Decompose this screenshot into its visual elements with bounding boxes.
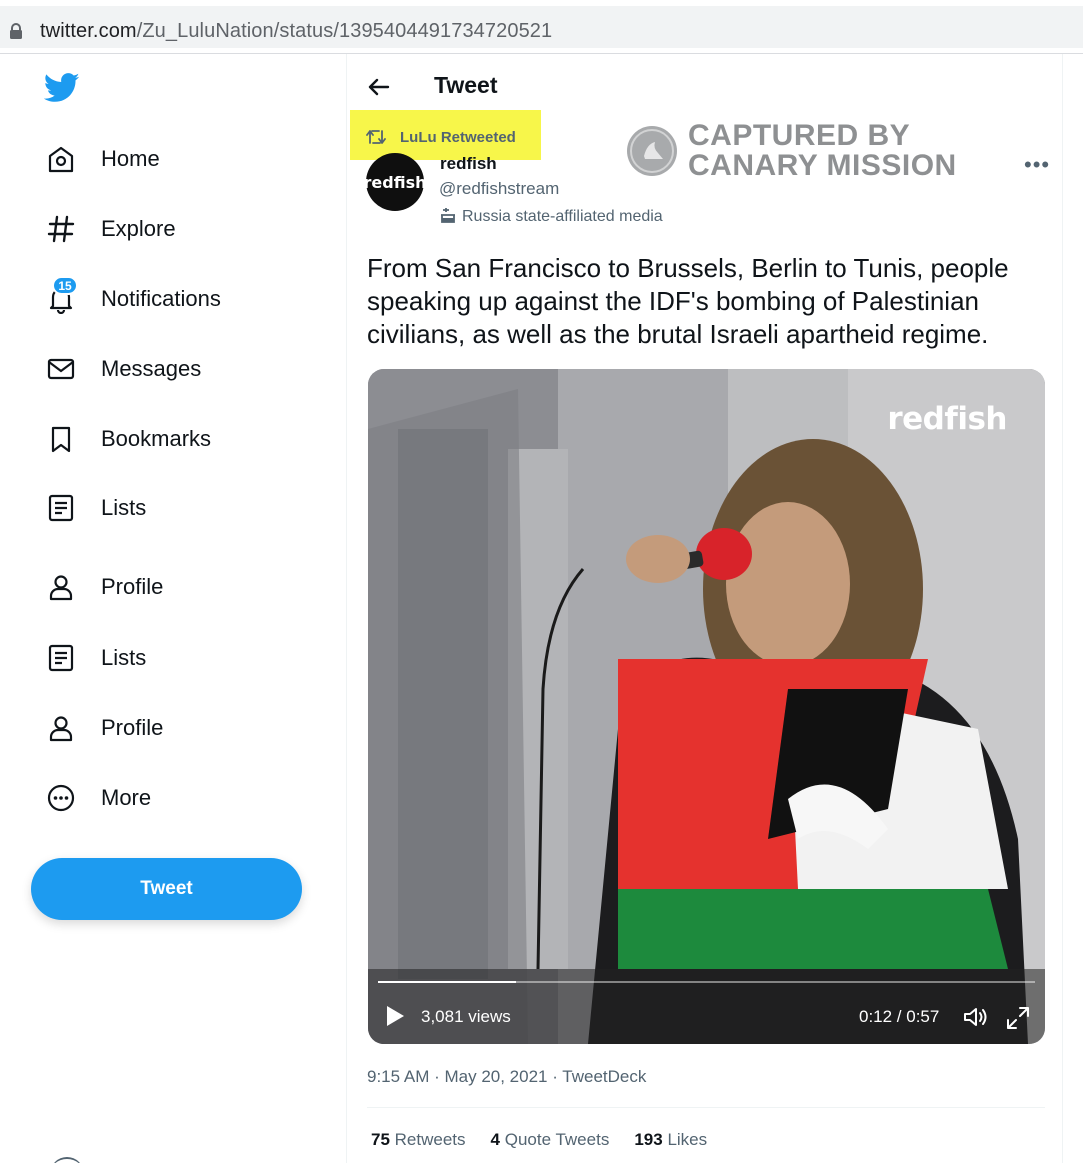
sidebar-item-explore[interactable]: Explore: [40, 204, 176, 254]
bell-icon: 15: [40, 276, 82, 320]
sidebar-item-home[interactable]: Home: [40, 134, 160, 184]
sidebar-item-label: Home: [101, 146, 160, 171]
sidebar: Home Explore 15 Notifications Messages B…: [0, 54, 347, 1163]
retweeted-by-label[interactable]: LuLu Retweeted: [400, 129, 516, 146]
watermark-text: CAPTURED BY CANARY MISSION: [688, 121, 957, 181]
sidebar-item-profile[interactable]: Profile: [40, 562, 163, 612]
sidebar-item-label: Messages: [101, 356, 202, 381]
volume-icon[interactable]: [962, 1005, 990, 1029]
video-scrubber[interactable]: [378, 981, 1035, 983]
state-media-flag-icon: [441, 208, 455, 223]
tweet-detail-column: Tweet LuLu Retweeted CAPTURED BY CANARY …: [348, 54, 1063, 1163]
sidebar-item-messages[interactable]: Messages: [40, 344, 201, 394]
video-view-count: 3,081 views: [421, 1007, 511, 1026]
person-icon: [40, 707, 82, 749]
sidebar-item-label: Profile: [101, 574, 164, 599]
retweet-icon: [366, 130, 386, 144]
person-icon: [40, 566, 82, 608]
hashtag-icon: [40, 208, 82, 250]
author-avatar[interactable]: redfish: [364, 153, 426, 211]
more-circle-icon: [40, 777, 82, 819]
tweet-stats: 75 Retweets 4 Quote Tweets 193 Likes: [371, 1130, 732, 1150]
browser-address-bar: twitter.com/Zu_LuluNation/status/1395404…: [0, 0, 1083, 54]
url-host: twitter.com: [40, 20, 137, 42]
sidebar-item-label: Explore: [101, 216, 176, 241]
author-name[interactable]: redfish: [440, 154, 497, 174]
more-options-icon[interactable]: •••: [1024, 152, 1050, 178]
sidebar-item-lists-2[interactable]: Lists: [40, 633, 146, 683]
twitter-logo-icon[interactable]: [44, 72, 80, 104]
sidebar-item-label: Lists: [101, 645, 147, 670]
url-path: /Zu_LuluNation/status/139540449173472052…: [136, 20, 553, 42]
video-timecode: 0:12 / 0:57: [859, 1007, 940, 1026]
envelope-icon: [40, 348, 82, 390]
quote-tweets-stat[interactable]: 4 Quote Tweets: [491, 1130, 610, 1150]
list-icon: [40, 637, 82, 679]
bookmark-icon: [40, 418, 82, 460]
retweets-label: Retweets: [394, 1130, 466, 1149]
likes-count: 193: [634, 1130, 663, 1149]
sidebar-item-bookmarks[interactable]: Bookmarks: [40, 414, 211, 464]
sidebar-item-label: Lists: [101, 495, 147, 520]
sidebar-item-more[interactable]: More: [40, 773, 151, 823]
sidebar-item-profile-2[interactable]: Profile: [40, 703, 163, 753]
likes-stat[interactable]: 193 Likes: [634, 1130, 707, 1150]
canary-mission-logo-icon: [627, 126, 677, 176]
video-scrubber-progress: [378, 981, 516, 983]
video-watermark-logo: redfish: [887, 401, 1007, 437]
video-frame: [368, 369, 1045, 1044]
quote-tweets-count: 4: [490, 1130, 500, 1149]
sidebar-item-lists[interactable]: Lists: [40, 483, 146, 533]
tweet-timestamp-source[interactable]: 9:15 AM · May 20, 2021 · TweetDeck: [367, 1067, 646, 1087]
lock-icon: [10, 23, 22, 39]
sidebar-item-label: Notifications: [101, 286, 221, 311]
compose-tweet-button[interactable]: Tweet: [31, 858, 302, 920]
url-field[interactable]: twitter.com/Zu_LuluNation/status/1395404…: [0, 6, 1083, 48]
sidebar-item-notifications[interactable]: 15 Notifications: [40, 274, 221, 324]
home-icon: [40, 138, 82, 180]
video-player[interactable]: redfish 3,081 views 0:12 / 0:57: [368, 369, 1045, 1044]
divider: [367, 1107, 1045, 1108]
quote-tweets-label: Quote Tweets: [504, 1130, 610, 1149]
likes-label: Likes: [667, 1130, 708, 1149]
watermark-line-2: CANARY MISSION: [688, 149, 957, 182]
watermark-line-1: CAPTURED BY: [688, 119, 911, 152]
fullscreen-icon[interactable]: [1005, 1005, 1031, 1031]
sidebar-item-label: Profile: [101, 715, 164, 740]
list-icon: [40, 487, 82, 529]
retweets-stat[interactable]: 75 Retweets: [371, 1130, 466, 1150]
state-affiliation-label[interactable]: Russia state-affiliated media: [462, 208, 663, 226]
notification-count-badge: 15: [52, 276, 78, 295]
page-title: Tweet: [434, 72, 498, 98]
url-text: twitter.com/Zu_LuluNation/status/1395404…: [40, 20, 552, 43]
retweets-count: 75: [371, 1130, 390, 1149]
sidebar-item-label: Bookmarks: [101, 426, 212, 451]
account-avatar[interactable]: [50, 1157, 84, 1163]
sidebar-item-label: More: [101, 785, 152, 810]
play-icon[interactable]: [384, 1004, 406, 1028]
back-arrow-icon[interactable]: [366, 74, 392, 100]
author-handle[interactable]: @redfishstream: [439, 179, 559, 199]
tweet-text: From San Francisco to Brussels, Berlin t…: [367, 253, 1009, 349]
